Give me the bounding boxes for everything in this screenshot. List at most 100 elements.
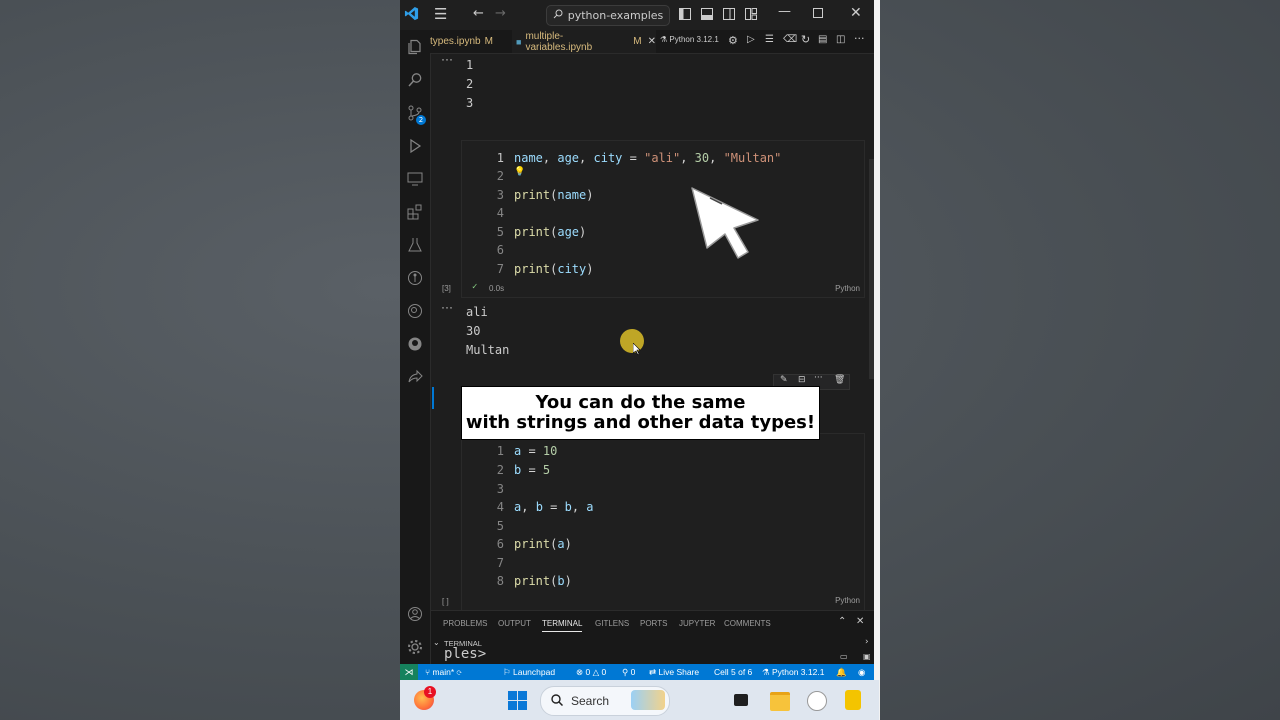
cell-language[interactable]: Python — [835, 284, 860, 293]
collapse-chevron-icon[interactable]: ⌄ — [433, 638, 440, 647]
code-line[interactable]: print(city) — [514, 262, 594, 276]
code-line[interactable]: b = 5 — [514, 463, 550, 477]
cell-position[interactable]: Cell 5 of 6 — [714, 667, 752, 677]
split-editor-icon[interactable]: ◫ — [836, 34, 845, 45]
warnings-count: 0 — [601, 667, 607, 677]
problems-status[interactable]: ⊗ 0 △ 0 — [576, 667, 606, 678]
file-explorer-icon[interactable] — [770, 692, 790, 711]
gitlens-inspect-icon[interactable] — [406, 302, 424, 320]
variables-icon[interactable]: ▤ — [818, 34, 827, 45]
minimize-icon[interactable]: — — [778, 4, 791, 19]
branch-label: main* — [432, 667, 455, 677]
panel-tab-ports[interactable]: PORTS — [640, 619, 667, 628]
notifications-bell-icon[interactable]: 🔔 — [836, 667, 847, 678]
delete-icon[interactable]: 🗑 — [834, 375, 845, 385]
run-debug-icon[interactable] — [406, 137, 424, 155]
panel-tab-problems[interactable]: PROBLEMS — [443, 619, 487, 628]
lightbulb-icon[interactable]: 💡 — [514, 167, 525, 177]
menu-icon[interactable]: ☰ — [434, 5, 447, 23]
customize-layout-icon[interactable] — [745, 8, 757, 24]
toggle-panel-icon[interactable] — [701, 8, 713, 24]
variables-gear-icon[interactable]: ⚙ — [728, 34, 738, 47]
maximize-panel-icon[interactable]: ⌃ — [838, 616, 846, 627]
github-icon[interactable] — [406, 335, 424, 353]
toggle-primary-sidebar-icon[interactable] — [679, 8, 691, 24]
branch-status[interactable]: ⑂ main* ⟳ — [425, 667, 462, 677]
code-line[interactable]: print(name) — [514, 188, 594, 202]
code-line[interactable]: name, age, city = "ali", 30, "Multan" — [514, 151, 781, 165]
restart-icon[interactable]: ↻ — [801, 33, 810, 46]
live-share-status[interactable]: ⇄ Live Share — [649, 667, 699, 678]
source-control-icon[interactable]: 2 — [406, 104, 426, 125]
terminal-text[interactable]: ples> — [444, 646, 486, 662]
panel-tab-terminal[interactable]: TERMINAL — [542, 619, 583, 632]
python-version-status[interactable]: ⚗ Python 3.12.1 — [762, 667, 824, 678]
taskbar-search-label: Search — [571, 694, 610, 708]
more-icon[interactable]: ··· — [814, 373, 823, 383]
line-number: 1 — [496, 444, 504, 458]
line-number: 5 — [496, 225, 504, 239]
copilot-icon[interactable]: ◉ — [858, 667, 865, 678]
tab-label: types.ipynb — [430, 36, 481, 47]
edit-icon[interactable]: ✎ — [780, 375, 788, 385]
extensions-icon[interactable] — [406, 203, 424, 221]
ports-status[interactable]: ⚲ 0 — [622, 667, 635, 678]
maximize-icon[interactable] — [813, 7, 823, 22]
explorer-icon[interactable] — [406, 38, 424, 56]
panel-tab-output[interactable]: OUTPUT — [498, 619, 531, 628]
close-window-icon[interactable]: ✕ — [850, 5, 862, 21]
caption-line-2: with strings and other data types! — [465, 412, 816, 433]
panel-tab-gitlens[interactable]: GITLENS — [595, 619, 629, 628]
run-all-icon[interactable]: ▷ — [747, 34, 755, 45]
code-line[interactable]: a = 10 — [514, 444, 557, 458]
settings-gear-icon[interactable] — [406, 638, 424, 656]
bottom-panel: PROBLEMS OUTPUT TERMINAL GITLENS PORTS J… — [431, 610, 879, 665]
launchpad-status[interactable]: ⚐ Launchpad — [503, 667, 555, 678]
code-line[interactable]: print(b) — [514, 574, 572, 588]
toggle-secondary-sidebar-icon[interactable] — [723, 8, 735, 24]
gitlens-icon[interactable] — [406, 269, 424, 287]
task-view-icon[interactable] — [734, 694, 748, 706]
code-line[interactable]: print(a) — [514, 537, 572, 551]
live-share-icon[interactable] — [406, 368, 424, 386]
app-icon[interactable] — [807, 691, 827, 711]
split-cell-icon[interactable]: ⊟ — [798, 375, 806, 385]
taskbar-search[interactable]: Search — [540, 686, 670, 716]
cell-language[interactable]: Python — [835, 596, 860, 605]
command-center-search[interactable]: python-examples — [546, 5, 670, 26]
output-more-icon[interactable]: ··· — [441, 52, 453, 66]
terminal-icon[interactable]: ▭ — [840, 652, 848, 661]
editor-tab-bar: types.ipynb M ■ multiple-variables.ipynb… — [430, 30, 879, 54]
clear-outputs-icon[interactable]: ⌫ — [783, 34, 797, 45]
code-cell-2[interactable]: 1 2 3 4 5 6 7 8 a = 10 b = 5 a, b = b, a… — [461, 433, 865, 611]
close-panel-icon[interactable]: ✕ — [856, 616, 864, 627]
remote-indicator[interactable]: ⋊ — [400, 664, 418, 680]
modified-indicator: M — [484, 36, 493, 47]
live-share-label: Live Share — [658, 667, 700, 677]
terminal-chevron-icon[interactable]: › — [865, 637, 869, 647]
more-actions-icon[interactable]: ··· — [854, 32, 865, 45]
pinned-app-icon[interactable] — [845, 690, 861, 710]
panel-tab-comments[interactable]: COMMENTS — [724, 619, 771, 628]
windows-start-icon[interactable] — [508, 691, 527, 714]
tab-multiple-variables-ipynb[interactable]: ■ multiple-variables.ipynb M ✕ — [512, 30, 656, 53]
code-line[interactable]: a, b = b, a — [514, 500, 594, 514]
search-sidebar-icon[interactable] — [406, 71, 424, 89]
exec-count: [ ] — [442, 597, 449, 606]
back-arrow-icon[interactable]: ← — [473, 6, 484, 21]
forward-arrow-icon[interactable]: → — [495, 6, 506, 21]
tab-close-icon[interactable]: ✕ — [648, 36, 656, 47]
terminal-split-icon[interactable]: ▣ — [863, 652, 871, 661]
kernel-picker[interactable]: ⚗ Python 3.12.1 — [660, 35, 719, 44]
output-more-icon[interactable]: ··· — [441, 300, 453, 314]
accounts-icon[interactable] — [406, 605, 424, 623]
taskbar-search-icon — [551, 693, 564, 709]
launchpad-label: Launchpad — [512, 667, 556, 677]
code-line[interactable]: print(age) — [514, 225, 586, 239]
remote-explorer-icon[interactable] — [406, 170, 424, 188]
panel-tab-jupyter[interactable]: JUPYTER — [679, 619, 715, 628]
tab-types-ipynb[interactable]: types.ipynb M — [430, 30, 510, 53]
testing-flask-icon[interactable] — [406, 236, 424, 254]
code-cell-1[interactable]: 1 2 3 4 5 6 7 name, age, city = "ali", 3… — [461, 140, 865, 298]
outline-icon[interactable]: ☰ — [765, 34, 774, 45]
